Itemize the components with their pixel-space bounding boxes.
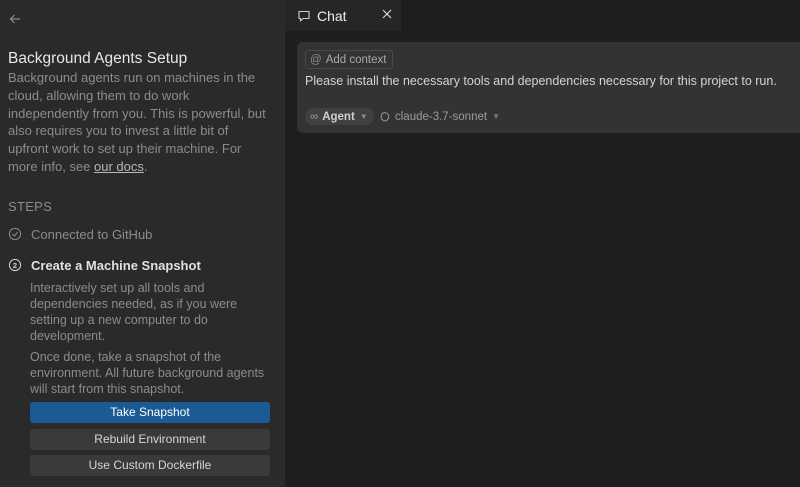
close-icon[interactable] (381, 8, 393, 20)
arrow-left-icon[interactable] (8, 12, 22, 26)
take-snapshot-button[interactable]: Take Snapshot (30, 402, 270, 423)
chat-prompt-text[interactable]: Please install the necessary tools and d… (305, 74, 795, 88)
setup-sidebar: Background Agents Setup Background agent… (0, 0, 285, 487)
step-connected-github: Connected to GitHub (8, 226, 152, 242)
step-instructions: Interactively set up all tools and depen… (30, 281, 238, 343)
at-icon: @ (310, 53, 322, 66)
page-title: Background Agents Setup (8, 50, 188, 67)
check-circle-icon (8, 227, 22, 241)
step-snapshot-note: Once done, take a snapshot of the enviro… (30, 350, 265, 396)
rebuild-environment-button[interactable]: Rebuild Environment (30, 429, 270, 450)
add-context-button[interactable]: @ Add context (305, 50, 394, 69)
tab-label: Chat (317, 7, 347, 24)
infinity-icon: ∞ (310, 110, 319, 123)
chat-bubble-icon (298, 10, 310, 22)
step-label: Create a Machine Snapshot (31, 257, 201, 273)
chevron-down-icon: ▼ (359, 112, 368, 121)
model-label: claude-3.7-sonnet (395, 110, 488, 123)
add-context-label: Add context (325, 53, 387, 66)
docs-link[interactable]: our docs (94, 159, 144, 174)
tab-chat[interactable]: Chat (285, 0, 401, 31)
description-period: . (143, 158, 148, 174)
step-create-snapshot: 2 Create a Machine Snapshot (8, 257, 201, 273)
chevron-down-icon: ▼ (492, 112, 500, 121)
mode-label: Agent (322, 110, 355, 123)
mode-selector[interactable]: ∞ Agent ▼ (305, 108, 374, 125)
setup-description: Background agents run on machines in the… (8, 69, 270, 176)
brain-icon (380, 111, 390, 121)
custom-dockerfile-button[interactable]: Use Custom Dockerfile (30, 455, 270, 476)
step-number-icon: 2 (8, 258, 22, 272)
step-label: Connected to GitHub (31, 226, 153, 242)
chat-input-panel[interactable]: @ Add context Please install the necessa… (297, 42, 800, 133)
model-selector[interactable]: claude-3.7-sonnet ▼ (379, 108, 500, 125)
step-number: 2 (13, 261, 17, 270)
steps-heading: STEPS (8, 199, 53, 214)
